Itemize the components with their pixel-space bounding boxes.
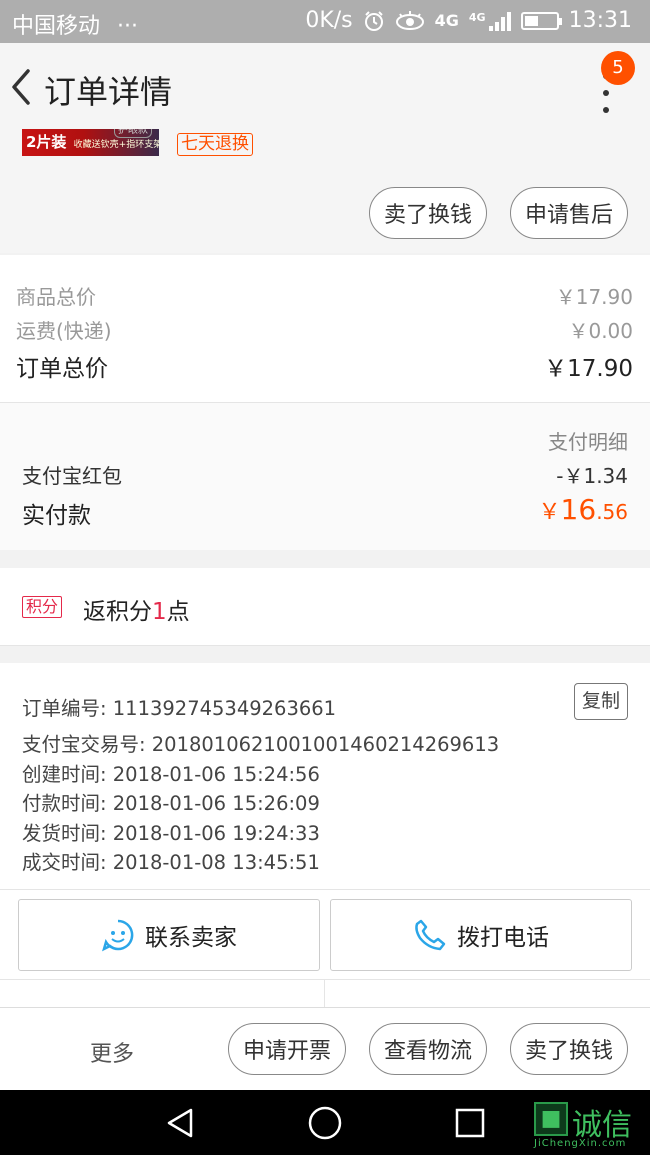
goods-total-label: 商品总价 xyxy=(16,285,96,309)
status-icons: 0K/s 4G 4G 13:31 xyxy=(305,8,632,33)
points-text: 返积分1点 xyxy=(83,599,190,625)
order-info: 订单编号: 111392745349263661 支付宝交易号: 2018010… xyxy=(0,663,650,889)
after-sale-button[interactable]: 申请售后 xyxy=(510,187,628,239)
points-row: 积分 返积分1点 xyxy=(0,568,650,645)
order-total-label: 订单总价 xyxy=(16,356,108,382)
signal-icon: 4G xyxy=(469,11,511,31)
network-type: 4G xyxy=(434,11,459,30)
alipay-trade-number: 支付宝交易号: 2018010621001001460214269613 xyxy=(22,733,500,756)
paid-amount-label: 实付款 xyxy=(22,503,91,529)
red-packet-label: 支付宝红包 xyxy=(22,464,122,488)
nav-recent-icon[interactable] xyxy=(454,1107,486,1139)
product-promo-mid: 护眼款 xyxy=(114,129,152,138)
divider xyxy=(0,979,650,980)
apply-invoice-button[interactable]: 申请开票 xyxy=(228,1023,346,1075)
payment-detail: 支付明细 支付宝红包 -￥1.34 实付款 ￥16.56 xyxy=(0,403,650,550)
back-arrow-icon[interactable] xyxy=(6,65,36,109)
notification-dots: ··· xyxy=(117,14,138,39)
shipping-value: ￥0.00 xyxy=(568,319,633,343)
shipped-time: 发货时间: 2018-01-06 19:24:33 xyxy=(22,822,320,845)
header: 订单详情 5 2片装 收藏送钦壳+指环支架 护眼款 七天退换 卖了换钱 申请售后 xyxy=(0,43,650,253)
price-summary: 商品总价 ￥17.90 运费(快递) ￥0.00 订单总价 ￥17.90 xyxy=(0,255,650,403)
paid-time: 付款时间: 2018-01-06 15:26:09 xyxy=(22,792,320,815)
product-promo-tag: 2片装 收藏送钦壳+指环支架 护眼款 xyxy=(22,129,159,156)
more-button[interactable]: 更多 xyxy=(90,1036,134,1068)
nav-home-icon[interactable] xyxy=(307,1105,343,1141)
clock: 13:31 xyxy=(568,8,632,33)
watermark-logo: ■ 诚信 JiChengXin.com xyxy=(534,1100,650,1150)
goods-total-value: ￥17.90 xyxy=(555,285,633,309)
eye-icon xyxy=(395,10,424,30)
seven-day-return-tag: 七天退换 xyxy=(177,133,253,156)
copy-order-number-button[interactable]: 复制 xyxy=(574,683,628,720)
bottom-action-bar: 更多 申请开票 查看物流 卖了换钱 xyxy=(0,1007,650,1090)
smile-chat-icon xyxy=(102,919,134,952)
created-time: 创建时间: 2018-01-06 15:24:56 xyxy=(22,763,320,786)
payment-detail-link[interactable]: 支付明细 xyxy=(548,426,628,455)
contact-seller-button[interactable]: 联系卖家 xyxy=(18,899,320,971)
shipping-label: 运费(快递) xyxy=(16,319,112,343)
page-title: 订单详情 xyxy=(44,73,173,111)
red-packet-value: -￥1.34 xyxy=(556,464,628,488)
call-phone-button[interactable]: 拨打电话 xyxy=(330,899,632,971)
battery-icon xyxy=(520,11,562,30)
completed-time: 成交时间: 2018-01-08 13:45:51 xyxy=(22,851,320,874)
notification-badge: 5 xyxy=(601,51,635,85)
sell-for-cash-button[interactable]: 卖了换钱 xyxy=(369,187,487,239)
phone-icon xyxy=(415,919,446,951)
alarm-icon xyxy=(364,10,383,31)
divider xyxy=(324,979,325,1007)
carrier-name: 中国移动 ··· xyxy=(12,14,138,39)
network-speed: 0K/s xyxy=(305,8,353,33)
view-logistics-button[interactable]: 查看物流 xyxy=(369,1023,487,1075)
sell-for-cash-bottom-button[interactable]: 卖了换钱 xyxy=(510,1023,628,1075)
contact-actions: 联系卖家 拨打电话 xyxy=(0,890,650,1007)
system-nav-bar: ■ 诚信 JiChengXin.com xyxy=(0,1090,650,1155)
order-number: 订单编号: 111392745349263661 xyxy=(22,697,337,720)
order-total-value: ￥17.90 xyxy=(544,356,633,382)
paid-amount-value: ￥16.56 xyxy=(538,493,628,526)
status-bar: 中国移动 ··· 0K/s 4G 4G 13:31 xyxy=(0,0,650,43)
nav-back-icon[interactable] xyxy=(163,1106,197,1140)
divider xyxy=(0,645,650,646)
points-tag: 积分 xyxy=(22,596,63,618)
